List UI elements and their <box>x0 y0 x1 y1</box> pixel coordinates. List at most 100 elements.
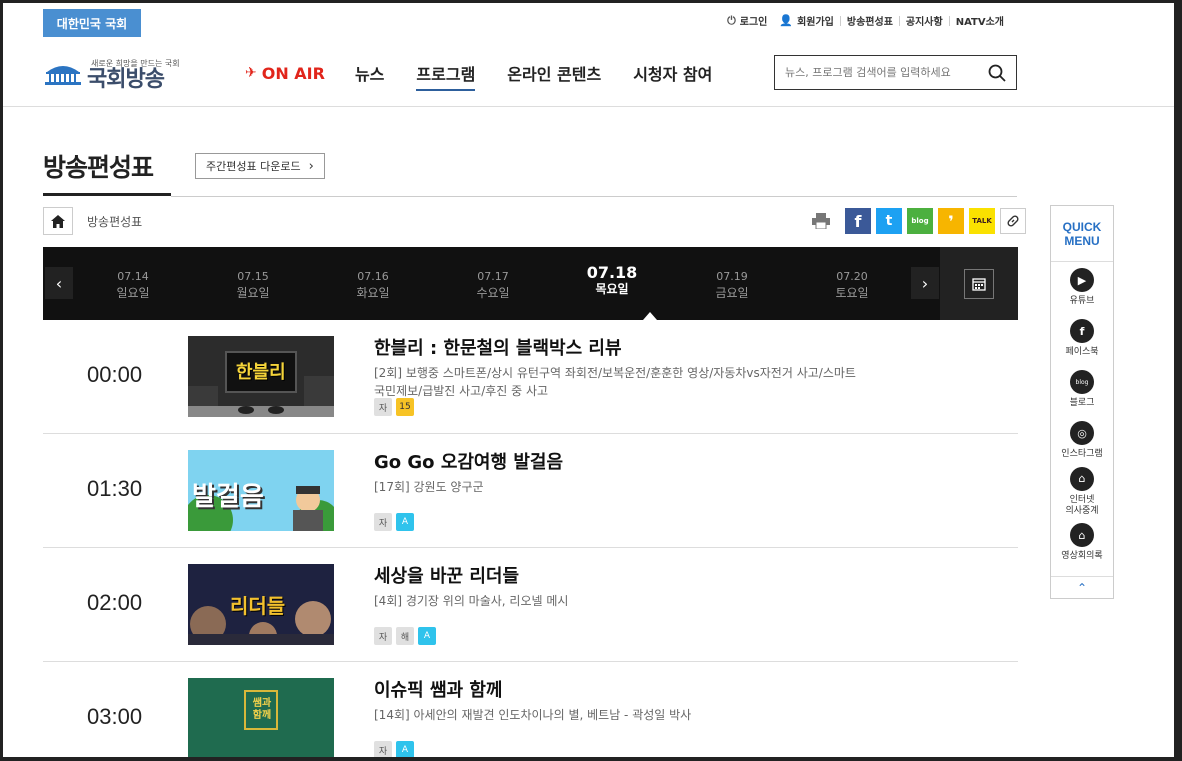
schedule-link[interactable]: 방송편성표 <box>841 13 899 28</box>
logo-tagline: 새로운 희망을 만드는 국회 <box>91 59 180 68</box>
rating-tags: 자 A <box>374 513 418 531</box>
program-thumbnail[interactable]: 리더들 <box>188 564 334 645</box>
quick-blog[interactable]: blog 블로그 <box>1051 364 1113 415</box>
login-link[interactable]: ⏻ 로그인 <box>721 13 773 29</box>
search-icon[interactable] <box>988 64 1006 82</box>
date-tab[interactable]: 07.20 토요일 <box>812 269 892 301</box>
quick-youtube[interactable]: ▶ 유튜브 <box>1051 262 1113 313</box>
thumbnail-text: 한블리 <box>236 362 286 383</box>
active-date-indicator <box>643 312 657 320</box>
date-tab-active[interactable]: 07.18 목요일 <box>572 265 652 297</box>
program-thumbnail[interactable]: 쌤과 함께 <box>188 678 334 757</box>
age-rating-badge: A <box>418 627 436 645</box>
title-divider <box>171 196 1017 197</box>
thumbnail-text: 발걸음 <box>192 482 264 512</box>
caption-badge: 자 <box>374 741 392 757</box>
kakaotalk-share-icon[interactable]: TALK <box>969 208 995 234</box>
rating-tags: 자 15 <box>374 398 418 416</box>
program-row[interactable]: 00:00 한블리 한블리 : 한문철의 블랙박스 리뷰 [2회] 보행중 스마… <box>43 320 1018 434</box>
rating-tags: 자 해 A <box>374 627 440 645</box>
date-tab[interactable]: 07.19 금요일 <box>692 269 772 301</box>
calendar-icon[interactable] <box>964 268 994 299</box>
page-title: 방송편성표 <box>43 153 154 182</box>
breadcrumb: 방송편성표 <box>43 207 142 235</box>
program-thumbnail[interactable]: 한블리 <box>188 336 334 417</box>
chevron-right-icon: › <box>308 158 314 174</box>
assembly-logo-icon <box>43 60 83 86</box>
date-tab[interactable]: 07.14 일요일 <box>93 269 173 301</box>
antenna-icon: ✈ <box>245 65 257 81</box>
nav-news[interactable]: 뉴스 <box>355 61 384 85</box>
calendar-button-wrap <box>940 247 1018 320</box>
browser-frame: 대한민국 국회 ⏻ 로그인 👤 회원가입 방송편성표 공지사항 NATV소개 새로운… <box>0 0 1182 761</box>
weekly-download-button[interactable]: 주간편성표 다운로드 › <box>195 153 325 179</box>
program-row[interactable]: 03:00 쌤과 함께 이슈픽 쌤과 함께 [14회] 아세안의 재발견 인도차… <box>43 662 1018 757</box>
program-desc: [14회] 아세안의 재발견 인도차이나의 별, 베트남 - 곽성일 박사 <box>374 708 692 722</box>
program-time: 02:00 <box>87 590 143 615</box>
program-title[interactable]: 이슈픽 쌤과 함께 <box>374 676 502 702</box>
program-title[interactable]: 한블리 : 한문철의 블랙박스 리뷰 <box>374 334 622 360</box>
search-box <box>774 55 1017 90</box>
next-week-button[interactable]: › <box>911 267 939 299</box>
commentary-badge: 해 <box>396 627 414 645</box>
power-icon: ⏻ <box>727 13 736 27</box>
blog-icon: blog <box>1070 370 1094 394</box>
national-assembly-link[interactable]: 대한민국 국회 <box>43 9 141 37</box>
facebook-icon: f <box>1070 319 1094 343</box>
age-rating-badge: A <box>396 741 414 757</box>
search-input[interactable] <box>785 66 988 79</box>
assembly-icon: ⌂ <box>1070 523 1094 547</box>
blog-share-icon[interactable]: blog <box>907 208 933 234</box>
home-icon[interactable] <box>43 207 73 235</box>
program-row[interactable]: 01:30 발걸음 Go Go 오감여행 발걸음 [17회] 강원도 양구군 자… <box>43 434 1018 548</box>
twitter-share-icon[interactable]: t <box>876 208 902 234</box>
quick-facebook[interactable]: f 페이스북 <box>1051 313 1113 364</box>
date-tab[interactable]: 07.17 수요일 <box>453 269 533 301</box>
program-title[interactable]: Go Go 오감여행 발걸음 <box>374 448 563 474</box>
chevron-up-icon: ⌃ <box>1076 580 1088 595</box>
program-time: 03:00 <box>87 704 143 729</box>
quick-instagram[interactable]: ◎ 인스타그램 <box>1051 415 1113 466</box>
date-tab[interactable]: 07.15 월요일 <box>213 269 293 301</box>
natv-logo[interactable]: 새로운 희망을 만드는 국회 국회방송 <box>43 53 180 93</box>
youtube-icon: ▶ <box>1070 268 1094 292</box>
program-thumbnail[interactable]: 발걸음 <box>188 450 334 531</box>
program-desc: [2회] 보행중 스마트폰/상시 유턴구역 좌회전/보복운전/훈훈한 영상/자동… <box>374 366 856 398</box>
chevron-left-icon: ‹ <box>55 273 63 293</box>
facebook-share-icon[interactable]: f <box>845 208 871 234</box>
title-underline <box>43 193 171 196</box>
prev-week-button[interactable]: ‹ <box>45 267 73 299</box>
assembly-icon: ⌂ <box>1070 466 1094 491</box>
onair-link[interactable]: ✈ ON AIR <box>245 64 325 83</box>
notice-link[interactable]: 공지사항 <box>900 13 949 28</box>
thumbnail-text: 리더들 <box>230 594 286 618</box>
caption-badge: 자 <box>374 513 392 531</box>
scroll-top-button[interactable]: ⌃ <box>1051 576 1113 598</box>
program-title[interactable]: 세상을 바꾼 리더들 <box>374 562 519 588</box>
nav-viewer[interactable]: 시청자 참여 <box>633 61 712 85</box>
print-icon[interactable] <box>808 208 834 234</box>
instagram-icon: ◎ <box>1070 421 1094 445</box>
caption-badge: 자 <box>374 627 392 645</box>
natv-about-link[interactable]: NATV소개 <box>950 13 1010 28</box>
signup-link[interactable]: 👤 회원가입 <box>773 13 840 28</box>
caption-badge: 자 <box>374 398 392 416</box>
nav-program[interactable]: 프로그램 <box>416 61 475 91</box>
program-desc: [17회] 강원도 양구군 <box>374 480 484 494</box>
age-rating-badge: A <box>396 513 414 531</box>
quick-menu: QUICK MENU ▶ 유튜브 f 페이스북 blog 블로그 ◎ 인스타그램… <box>1050 205 1114 599</box>
date-selector: ‹ 07.14 일요일 07.15 월요일 07.16 화요일 07.17 수요일 07… <box>43 247 1018 320</box>
date-tab[interactable]: 07.16 화요일 <box>333 269 413 301</box>
nav-online-content[interactable]: 온라인 콘텐츠 <box>507 61 601 85</box>
age-rating-badge: 15 <box>396 398 414 416</box>
quick-internet-broadcast[interactable]: ⌂ 인터넷 의사중계 <box>1051 466 1113 517</box>
quick-menu-title: QUICK MENU <box>1051 206 1113 262</box>
quick-video-minutes[interactable]: ⌂ 영상회의록 <box>1051 517 1113 568</box>
program-row[interactable]: 02:00 리더들 세상을 바꾼 리더들 [4회] 경기장 위의 마술사, 리오… <box>43 548 1018 662</box>
rating-tags: 자 A <box>374 741 418 757</box>
program-time: 00:00 <box>87 362 143 387</box>
chevron-right-icon: › <box>921 273 929 293</box>
link-copy-icon[interactable] <box>1000 208 1026 234</box>
kakaostory-share-icon[interactable]: ❜ <box>938 208 964 234</box>
main-nav: ✈ ON AIR 뉴스 프로그램 온라인 콘텐츠 시청자 참여 <box>245 61 744 91</box>
